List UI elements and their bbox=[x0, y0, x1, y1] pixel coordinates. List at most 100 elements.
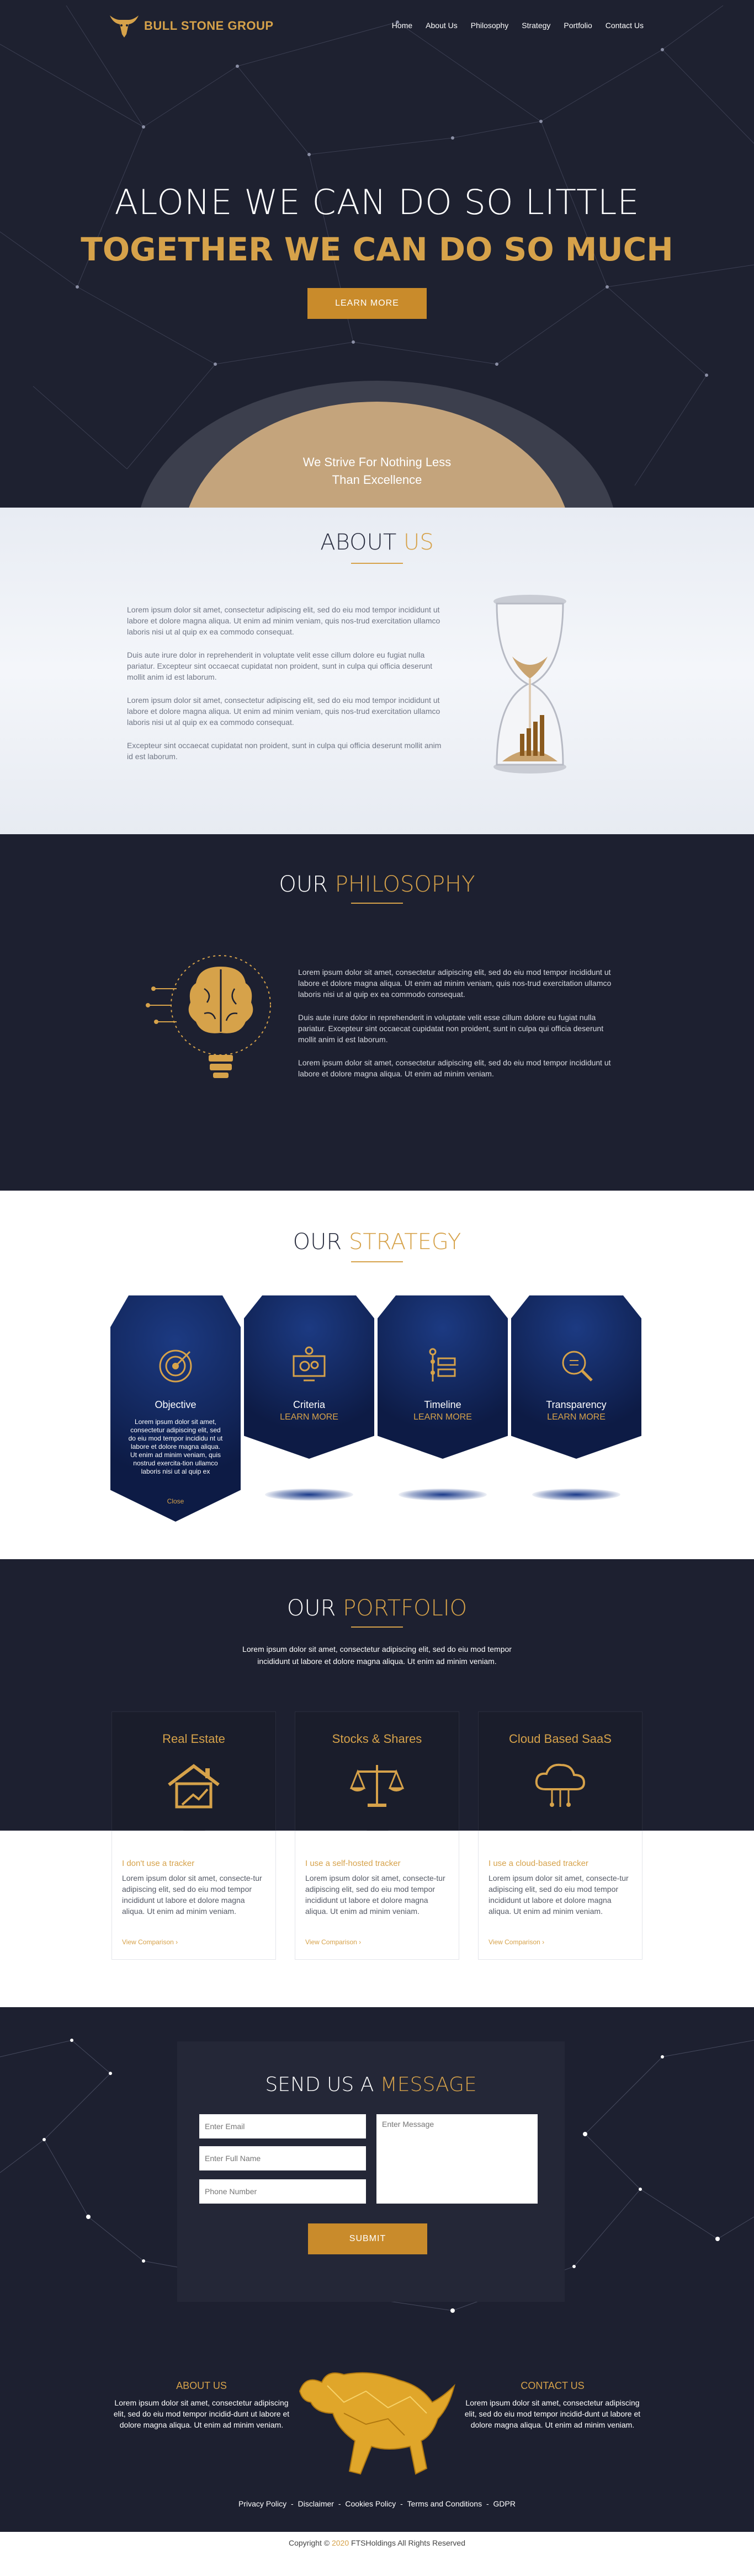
philosophy-title-accent: PHILOSOPHY bbox=[334, 872, 475, 897]
strategy-card-learn-more[interactable]: LEARN MORE bbox=[378, 1412, 508, 1422]
main-menu: Home About Us Philosophy Strategy Portfo… bbox=[392, 21, 644, 30]
portfolio-card-header: Real Estate bbox=[111, 1711, 276, 1841]
hero-learn-more-button[interactable]: LEARN MORE bbox=[307, 288, 427, 319]
strategy-title-prefix: OUR bbox=[293, 1229, 349, 1255]
portfolio-card-body: I use a cloud-based tracker Lorem ipsum … bbox=[478, 1831, 643, 1960]
contact-title: SEND US A MESSAGE bbox=[177, 2073, 565, 2096]
strategy-card-learn-more[interactable]: LEARN MORE bbox=[511, 1412, 641, 1422]
portfolio-subtitle: Lorem ipsum dolor sit amet, consectetur … bbox=[0, 1643, 754, 1667]
view-comparison-link[interactable]: View Comparison › bbox=[305, 1938, 361, 1946]
nav-home[interactable]: Home bbox=[392, 21, 412, 30]
about-title-underline bbox=[351, 563, 403, 564]
nav-portfolio[interactable]: Portfolio bbox=[564, 21, 592, 30]
phone-number-field[interactable] bbox=[199, 2179, 366, 2204]
strategy-card-body: Lorem ipsum dolor sit amet, consectetur … bbox=[128, 1418, 223, 1475]
portfolio-card-real-estate[interactable]: Real Estate I don't use a tracker Lorem … bbox=[111, 1711, 276, 1960]
contact-section: SEND US A MESSAGE SUBMIT bbox=[0, 2007, 754, 2336]
portfolio-title: OUR PORTFOLIO bbox=[0, 1596, 754, 1621]
strategy-card-title: Timeline bbox=[424, 1399, 461, 1410]
portfolio-card-desc: Lorem ipsum dolor sit amet, consecte-tur… bbox=[488, 1874, 629, 1916]
footer: ABOUT US Lorem ipsum dolor sit amet, con… bbox=[0, 2336, 754, 2532]
hero-tagline-line1: We Strive For Nothing Less bbox=[302, 455, 452, 469]
strategy-card-title: Objective bbox=[155, 1399, 197, 1410]
hourglass-icon bbox=[493, 595, 566, 774]
card-shadow bbox=[532, 1489, 620, 1501]
hero-tagline-line2: Than Excellence bbox=[332, 473, 422, 487]
portfolio-title-underline bbox=[351, 1626, 403, 1628]
strategy-card-shape: Objective Lorem ipsum dolor sit amet, co… bbox=[110, 1295, 241, 1522]
about-title: ABOUT US bbox=[0, 530, 754, 555]
full-name-field[interactable] bbox=[199, 2146, 366, 2170]
strategy-card-objective[interactable]: Objective Lorem ipsum dolor sit amet, co… bbox=[110, 1295, 241, 1522]
about-paragraph: Lorem ipsum dolor sit amet, consectetur … bbox=[127, 605, 440, 636]
card-shadow bbox=[265, 1489, 353, 1501]
philosophy-paragraph: Lorem ipsum dolor sit amet, consectetur … bbox=[298, 968, 612, 999]
footer-contact-title: CONTACT US bbox=[521, 2380, 585, 2391]
about-text: Lorem ipsum dolor sit amet, consectetur … bbox=[127, 604, 447, 774]
nav-contact-us[interactable]: Contact Us bbox=[606, 21, 644, 30]
contact-form: SEND US A MESSAGE SUBMIT bbox=[177, 2041, 565, 2302]
about-paragraph: Duis aute irure dolor in reprehenderit i… bbox=[127, 650, 433, 681]
contact-title-accent: MESSAGE bbox=[380, 2073, 477, 2096]
nav-philosophy[interactable]: Philosophy bbox=[471, 21, 509, 30]
strategy-card-learn-more[interactable]: LEARN MORE bbox=[244, 1412, 374, 1422]
nav-strategy[interactable]: Strategy bbox=[522, 21, 550, 30]
portfolio-card-title: Stocks & Shares bbox=[332, 1732, 422, 1746]
strategy-card-timeline[interactable]: Timeline LEARN MORE bbox=[378, 1295, 508, 1501]
footer-about-body: Lorem ipsum dolor sit amet, consectetur … bbox=[113, 2398, 290, 2429]
portfolio-card-cloud[interactable]: Cloud Based SaaS I use a cloud-based tra… bbox=[478, 1711, 643, 1960]
strategy-card-criteria[interactable]: Criteria LEARN MORE bbox=[244, 1295, 374, 1501]
about-title-accent: US bbox=[403, 530, 434, 555]
philosophy-paragraph: Duis aute irure dolor in reprehenderit i… bbox=[298, 1013, 604, 1044]
cookies-policy-link[interactable]: Cookies Policy bbox=[345, 2499, 396, 2508]
copyright-bar: Copyright © 2020 FTSHoldings All Rights … bbox=[0, 2532, 754, 2554]
hero-headline: ALONE WE CAN DO SO LITTLE bbox=[114, 182, 640, 222]
contact-title-prefix: SEND US A bbox=[265, 2073, 380, 2096]
footer-links: Privacy Policy - Disclaimer - Cookies Po… bbox=[238, 2499, 516, 2508]
email-field[interactable] bbox=[199, 2114, 366, 2138]
footer-contact: CONTACT US Lorem ipsum dolor sit amet, c… bbox=[461, 2380, 644, 2430]
nav-about-us[interactable]: About Us bbox=[426, 21, 458, 30]
portfolio-title-prefix: OUR bbox=[286, 1596, 343, 1621]
hero-tagline: We Strive For Nothing Less Than Excellen… bbox=[0, 454, 754, 489]
house-icon bbox=[168, 1764, 220, 1809]
terms-link[interactable]: Terms and Conditions bbox=[407, 2499, 482, 2508]
privacy-policy-link[interactable]: Privacy Policy bbox=[238, 2499, 286, 2508]
strategy-card-transparency[interactable]: Transparency LEARN MORE bbox=[511, 1295, 641, 1501]
view-comparison-link[interactable]: View Comparison › bbox=[488, 1938, 544, 1946]
strategy-card-close-link[interactable]: Close bbox=[110, 1497, 241, 1505]
message-field[interactable] bbox=[376, 2114, 538, 2204]
disclaimer-link[interactable]: Disclaimer bbox=[298, 2499, 334, 2508]
portfolio-card-stocks[interactable]: Stocks & Shares I use a self-hosted trac… bbox=[295, 1711, 459, 1960]
philosophy-title: OUR PHILOSOPHY bbox=[0, 872, 754, 897]
portfolio-card-desc: Lorem ipsum dolor sit amet, consecte-tur… bbox=[122, 1874, 262, 1916]
hero-subheadline: TOGETHER WE CAN DO SO MUCH bbox=[81, 231, 673, 268]
strategy-section: OUR STRATEGY Objective Lorem ipsum dolor… bbox=[0, 1191, 754, 1559]
top-navigation: BULL STONE GROUP Home About Us Philosoph… bbox=[0, 0, 754, 55]
portfolio-subtitle-line: incididunt ut labore et dolore magna ali… bbox=[257, 1657, 497, 1666]
monitor-gears-icon bbox=[293, 1346, 326, 1382]
philosophy-text: Lorem ipsum dolor sit amet, consectetur … bbox=[298, 967, 618, 1091]
strategy-card-shape: Timeline LEARN MORE bbox=[378, 1295, 508, 1459]
card-shadow bbox=[399, 1489, 487, 1501]
brand-name: BULL STONE GROUP bbox=[144, 19, 274, 33]
timeline-icon bbox=[429, 1348, 456, 1382]
brand-logo[interactable]: BULL STONE GROUP bbox=[108, 12, 274, 40]
portfolio-card-title: Real Estate bbox=[162, 1732, 225, 1746]
target-icon bbox=[159, 1350, 192, 1383]
strategy-title: OUR STRATEGY bbox=[0, 1229, 754, 1255]
portfolio-subtitle-line: Lorem ipsum dolor sit amet, consectetur … bbox=[242, 1645, 512, 1654]
portfolio-title-accent: PORTFOLIO bbox=[343, 1596, 468, 1621]
strategy-card-title: Criteria bbox=[293, 1399, 325, 1410]
footer-contact-body: Lorem ipsum dolor sit amet, consectetur … bbox=[464, 2398, 641, 2429]
bull-head-icon bbox=[110, 15, 139, 38]
about-paragraph: Excepteur sint occaecat cupidatat non pr… bbox=[127, 741, 442, 761]
strategy-card-shape: Criteria LEARN MORE bbox=[244, 1295, 374, 1459]
gdpr-link[interactable]: GDPR bbox=[493, 2499, 516, 2508]
copyright-year: 2020 bbox=[331, 2538, 349, 2547]
philosophy-paragraph: Lorem ipsum dolor sit amet, consectetur … bbox=[298, 1058, 611, 1078]
philosophy-section: OUR PHILOSOPHY Lorem ipsum dolor sit ame… bbox=[0, 834, 754, 1191]
view-comparison-link[interactable]: View Comparison › bbox=[122, 1938, 178, 1946]
submit-button[interactable]: SUBMIT bbox=[308, 2223, 427, 2254]
portfolio-card-tag: I don't use a tracker bbox=[122, 1859, 195, 1868]
